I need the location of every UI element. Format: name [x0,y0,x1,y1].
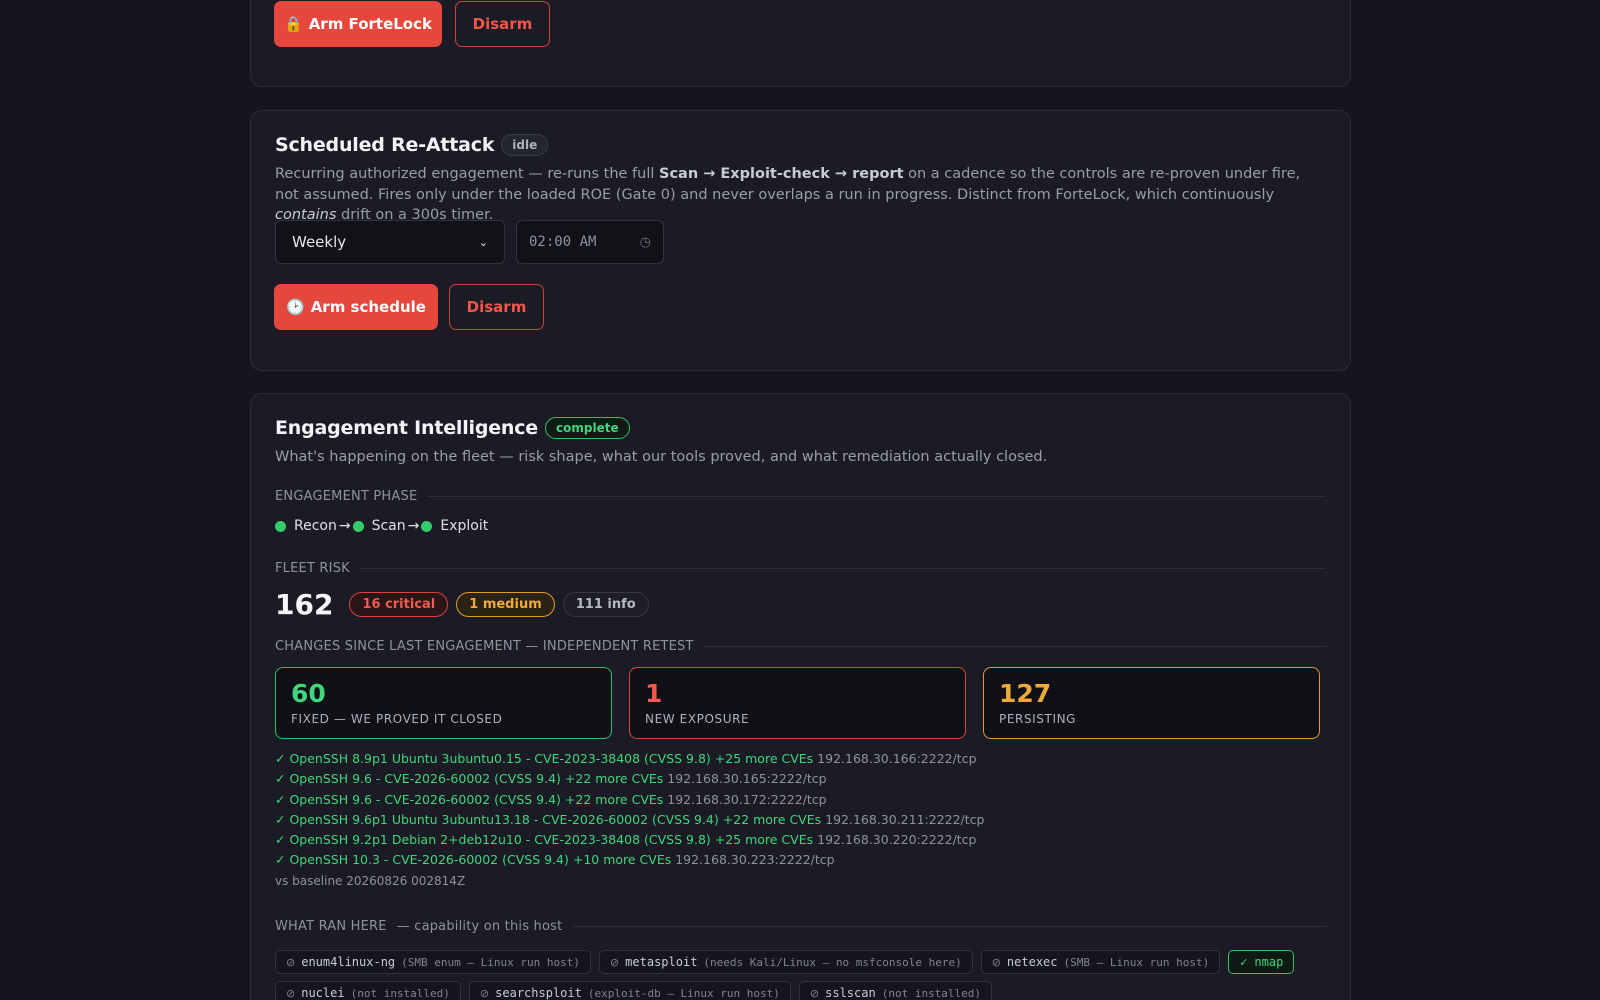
schedule-description: Recurring authorized engagement — re-run… [275,166,1301,223]
tool-chip: ⊘ enum4linux-ng (SMB enum — Linux run host… [275,950,591,974]
fixed-findings-list[interactable]: ✓ OpenSSH 8.9p1 Ubuntu 3ubuntu0.15 - CVE… [275,749,1326,873]
arm-schedule-button[interactable]: 🕑 Arm schedule [274,284,438,330]
check-icon: ✓ [1239,955,1249,969]
finding-address: 192.168.30.172:2222/tcp [667,791,827,807]
info-count-pill: 111 info [562,592,649,617]
tool-name: sslscan [825,986,876,1000]
fixed-finding-item: ✓ OpenSSH 8.9p1 Ubuntu 3ubuntu0.15 - CVE… [275,749,1326,769]
tool-chip: ⊘ searchsploit (exploit-db — Linux run hos… [468,981,791,1000]
disarm-fortelock-button[interactable]: Disarm [455,1,550,47]
engagement-phase: Recon → Scan → Exploit [275,518,488,534]
unavailable-icon: ⊘ [609,955,620,969]
finding-address: 192.168.30.220:2222/tcp [817,832,977,848]
intel-description: What's happening on the fleet — risk sha… [275,449,1048,465]
finding-address: 192.168.30.165:2222/tcp [667,771,827,787]
clock-icon: ◷ [639,234,651,250]
phase-done-dot [421,520,433,532]
phase-section-label: ENGAGEMENT PHASE [275,489,1326,504]
finding-text: ✓ OpenSSH 9.6p1 Ubuntu 3ubuntu13.18 - CV… [275,811,822,827]
finding-address: 192.168.30.223:2222/tcp [675,852,835,868]
risk-score: 162 [275,588,334,621]
tool-chip: ⊘ netexec (SMB — Linux run host) [980,950,1221,974]
frequency-select[interactable]: Weekly ⌄ [275,220,505,264]
engagement-intelligence-card: Engagement Intelligence complete What's … [250,393,1351,1000]
tool-chip: ⊘ nuclei (not installed) [275,981,461,1000]
tool-name: netexec [1006,955,1058,969]
tool-name: nuclei [301,986,345,1000]
arm-fortelock-button[interactable]: 🔒 Arm ForteLock [274,1,442,47]
tool-name: enum4linux-ng [301,955,396,969]
tool-name: nmap [1254,955,1284,969]
phase-done-dot [352,520,364,532]
finding-text: ✓ OpenSSH 9.6 - CVE-2026-60002 (CVSS 9.4… [275,771,664,787]
fixed-finding-item: ✓ OpenSSH 9.6 - CVE-2026-60002 (CVSS 9.4… [275,790,1326,810]
critical-count-pill: 16 critical [349,592,449,617]
tool-note: (exploit-db — Linux run host) [587,986,780,1000]
scheduled-reattack-card: Scheduled Re-Attack idle Recurring autho… [250,110,1351,371]
new-exposure-count: 1 [645,679,663,708]
fixed-finding-item: ✓ OpenSSH 10.3 - CVE-2026-60002 (CVSS 9.… [275,850,1326,870]
schedule-status-badge: idle [501,134,549,156]
tool-note: (SMB enum — Linux run host) [401,955,580,969]
finding-text: ✓ OpenSSH 9.6 - CVE-2026-60002 (CVSS 9.4… [275,791,664,807]
fixed-label: FIXED — WE PROVED IT CLOSED [291,712,503,726]
finding-text: ✓ OpenSSH 8.9p1 Ubuntu 3ubuntu0.15 - CVE… [275,751,814,766]
unavailable-icon: ⊘ [479,986,490,1000]
tool-chip: ⊘ metasploit (needs Kali/Linux — no msfcon… [598,950,973,974]
tool-name: metasploit [625,955,698,969]
fixed-finding-item: ✓ OpenSSH 9.6p1 Ubuntu 3ubuntu13.18 - CV… [275,810,1326,830]
new-exposure-label: NEW EXPOSURE [645,712,750,726]
unavailable-icon: ⊘ [991,955,1001,969]
finding-text: ✓ OpenSSH 9.2p1 Debian 2+deb12u10 - CVE-… [275,832,814,848]
baseline-label: vs baseline 20260826 002814Z [275,874,466,888]
new-exposure-stat-card: 1 NEW EXPOSURE [629,667,966,739]
phase-recon: Recon [294,518,337,534]
fixed-finding-item: ✓ OpenSSH 8.9p1 Ubuntu 3ubuntu0.10 - CVE… [275,871,1326,874]
disarm-schedule-button[interactable]: Disarm [449,284,544,330]
tool-note: (needs Kali/Linux — no msfconsole here) [703,955,962,969]
tool-capability-chips: ⊘ enum4linux-ng (SMB enum — Linux run host… [275,950,1326,1000]
fortelock-card: 🔒 Arm ForteLock Disarm [250,0,1351,87]
persisting-label: PERSISTING [999,712,1077,726]
tool-name: searchsploit [495,986,582,1000]
persisting-count: 127 [999,679,1052,708]
schedule-title: Scheduled Re-Attack [275,134,495,156]
medium-count-pill: 1 medium [456,592,555,617]
fixed-finding-item: ✓ OpenSSH 9.6 - CVE-2026-60002 (CVSS 9.4… [275,769,1326,789]
tool-chip: ✓ nmap [1228,950,1295,974]
risk-section-label: FLEET RISK [275,561,1326,576]
finding-address: 192.168.30.166:2222/tcp [817,751,977,766]
clock-icon: 🕑 [286,298,305,316]
tool-note: (not installed) [881,986,982,1000]
persisting-stat-card: 127 PERSISTING [983,667,1320,739]
changes-section-label: CHANGES SINCE LAST ENGAGEMENT — INDEPEND… [275,639,1326,654]
time-input[interactable]: 02:00 AM ◷ [516,220,664,264]
finding-text: ✓ OpenSSH 10.3 - CVE-2026-60002 (CVSS 9.… [275,852,672,868]
unavailable-icon: ⊘ [809,986,820,1000]
tool-note: (SMB — Linux run host) [1063,955,1210,969]
ran-section-label: WHAT RAN HERE — capability on this host [275,919,1326,934]
unavailable-icon: ⊘ [286,955,296,969]
finding-address: 192.168.30.211:2222/tcp [825,811,985,827]
intel-title: Engagement Intelligence [275,417,538,439]
tool-note: (not installed) [350,986,450,1000]
lock-icon: 🔒 [284,15,303,33]
phase-done-dot [275,520,286,532]
phase-scan: Scan [371,518,406,534]
fixed-stat-card: 60 FIXED — WE PROVED IT CLOSED [275,667,612,739]
fixed-count: 60 [291,679,326,708]
fleet-risk: 162 16 critical 1 medium 111 info [275,588,649,621]
tool-chip: ⊘ sslscan (not installed) [798,981,993,1000]
fixed-finding-item: ✓ OpenSSH 9.2p1 Debian 2+deb12u10 - CVE-… [275,830,1326,850]
chevron-down-icon: ⌄ [478,235,488,249]
phase-exploit: Exploit [440,518,489,534]
unavailable-icon: ⊘ [286,986,296,1000]
intel-status-badge: complete [545,417,630,439]
